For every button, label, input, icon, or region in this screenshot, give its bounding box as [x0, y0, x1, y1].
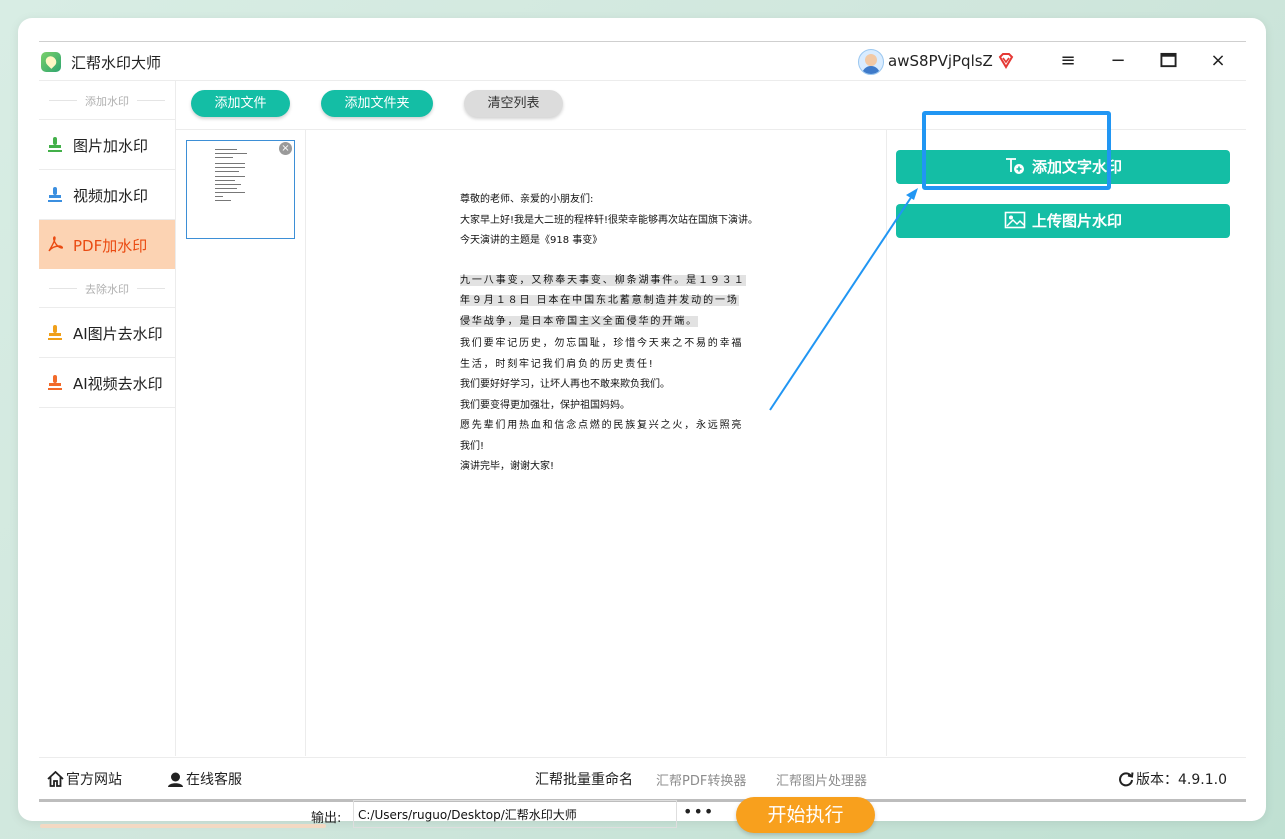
minimize-icon[interactable]: − [1104, 48, 1132, 74]
stamp-icon [48, 325, 62, 340]
highlight-annotation-box [922, 111, 1111, 190]
sidebar: 添加水印 图片加水印 视频加水印 PDF加水印 去除水印 AI图片去水印 AI视… [39, 81, 176, 756]
doc-line: 我们要变得更加强壮，保护祖国妈妈。 [460, 399, 630, 411]
close-icon[interactable]: × [1204, 48, 1232, 74]
footer-link-rename[interactable]: 汇帮批量重命名 [535, 769, 633, 789]
home-icon [47, 771, 64, 787]
sidebar-item-label: AI视频去水印 [73, 375, 163, 393]
sidebar-item-video-watermark[interactable]: 视频加水印 [39, 169, 175, 219]
upload-image-watermark-button[interactable]: 上传图片水印 [896, 204, 1230, 238]
sidebar-section-add: 添加水印 [39, 81, 175, 119]
doc-line: 我们要牢记历史，勿忘国耻，珍惜今天来之不易的幸福 [460, 338, 744, 349]
doc-line: 我们要好好学习，让坏人再也不敢来欺负我们。 [460, 379, 670, 390]
image-icon [1004, 211, 1026, 229]
sidebar-item-label: PDF加水印 [73, 237, 148, 255]
app-title: 汇帮水印大师 [71, 54, 162, 72]
app-window: 汇帮水印大师 awS8PVjPqlsZ ≡ − × 添加水印 图片加水印 视频加… [39, 41, 1246, 833]
sidebar-item-image-watermark[interactable]: 图片加水印 [39, 119, 175, 169]
start-button[interactable]: 开始执行 [736, 797, 875, 833]
output-path-field[interactable]: C:/Users/ruguo/Desktop/汇帮水印大师 [353, 800, 677, 828]
remove-file-icon[interactable]: × [279, 142, 292, 155]
doc-line: 今天演讲的主题是《918 事变》 [460, 235, 603, 246]
add-folder-button[interactable]: 添加文件夹 [321, 90, 433, 117]
upload-image-watermark-label: 上传图片水印 [1031, 212, 1122, 230]
doc-line: 生活，时刻牢记我们肩负的历史责任! [460, 358, 655, 370]
doc-line: 侵华战争，是日本帝国主义全面侵华的开端。 [460, 315, 698, 327]
sidebar-item-label: 视频加水印 [73, 187, 149, 205]
watermark-options-panel: 添加文字水印 上传图片水印 [887, 111, 1246, 756]
sidebar-item-pdf-watermark[interactable]: PDF加水印 [39, 219, 175, 269]
clear-list-button[interactable]: 清空列表 [464, 90, 563, 117]
doc-line: 尊敬的老师、亲爱的小朋友们: [460, 194, 594, 205]
online-service-link[interactable]: 在线客服 [167, 769, 242, 789]
doc-line: 演讲完毕，谢谢大家! [460, 461, 555, 472]
sidebar-item-ai-video-remove[interactable]: AI视频去水印 [39, 357, 175, 408]
footer-link-pdf-converter[interactable]: 汇帮PDF转换器 [656, 770, 746, 789]
browse-more-icon[interactable]: ••• [683, 802, 714, 821]
sidebar-section-remove: 去除水印 [39, 269, 175, 307]
maximize-icon[interactable] [1154, 48, 1182, 74]
footer-bar: 官方网站 在线客服 汇帮批量重命名 汇帮PDF转换器 汇帮图片处理器 版本：4.… [39, 757, 1246, 796]
menu-icon[interactable]: ≡ [1054, 48, 1082, 74]
stamp-icon [48, 137, 62, 152]
doc-line: 九一八事变，又称奉天事变、柳条湖事件。是１９３１ [460, 274, 746, 286]
sidebar-item-label: AI图片去水印 [73, 325, 163, 343]
pdf-thumbnail[interactable]: × [186, 140, 295, 239]
decorative-strip [40, 824, 326, 828]
customer-service-icon [168, 772, 183, 787]
sidebar-item-label: 图片加水印 [73, 137, 149, 155]
file-thumbnail-list: × [176, 130, 306, 756]
footer-link-image-processor[interactable]: 汇帮图片处理器 [776, 770, 867, 789]
username[interactable]: awS8PVjPqlsZ [888, 52, 993, 70]
version-info[interactable]: 版本：4.9.1.0 [1117, 769, 1227, 789]
stamp-icon [48, 375, 62, 390]
document-text: 尊敬的老师、亲爱的小朋友们: 大家早上好!我是大二班的程梓轩!很荣幸能够再次站在… [460, 190, 759, 478]
pdf-preview: 尊敬的老师、亲爱的小朋友们: 大家早上好!我是大二班的程梓轩!很荣幸能够再次站在… [306, 130, 887, 833]
doc-line: 愿先辈们用热血和信念点燃的民族复兴之火，永远照亮 [460, 420, 744, 431]
add-file-button[interactable]: 添加文件 [191, 90, 290, 117]
stamp-icon [48, 187, 62, 202]
app-logo-icon [41, 52, 61, 72]
sidebar-item-ai-image-remove[interactable]: AI图片去水印 [39, 307, 175, 357]
doc-line: 我们! [460, 440, 485, 452]
doc-line: 年９月１８日 日本在中国东北蓄意制造并发动的一场 [460, 295, 739, 306]
vip-diamond-icon[interactable] [997, 52, 1015, 70]
pdf-acrobat-icon [48, 236, 63, 252]
doc-line: 大家早上好!我是大二班的程梓轩!很荣幸能够再次站在国旗下演讲。 [460, 214, 759, 226]
official-site-link[interactable]: 官方网站 [47, 769, 122, 789]
refresh-icon [1119, 772, 1134, 787]
avatar[interactable] [858, 49, 884, 75]
title-bar: 汇帮水印大师 awS8PVjPqlsZ ≡ − × [39, 42, 1246, 81]
